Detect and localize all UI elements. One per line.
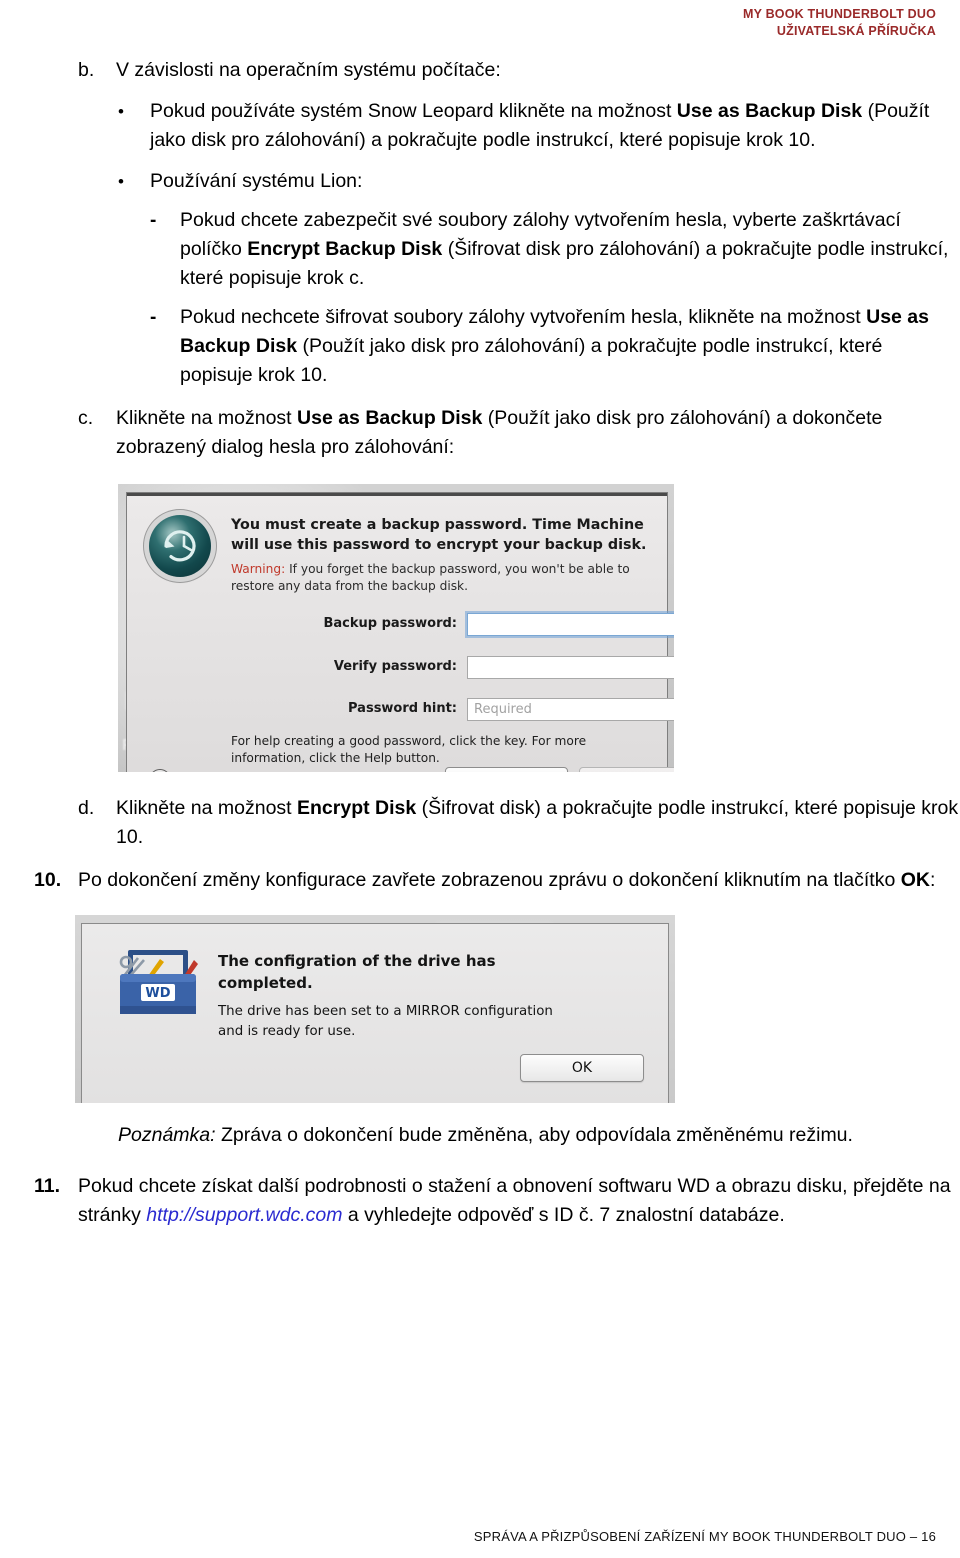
warning-label: Warning: [231, 562, 286, 576]
text-run: Klikněte na možnost [116, 407, 298, 429]
list-item-10: 10. Po dokončení změny konfigurace zavře… [34, 866, 960, 895]
bullet-marker: • [118, 172, 124, 191]
list-item-b: b. V závislosti na operačním systému poč… [78, 56, 960, 85]
password-hint-placeholder: Required [474, 702, 532, 717]
dont-encrypt-button[interactable]: Don't Encrypt [445, 767, 568, 772]
svg-text:WD: WD [145, 986, 170, 1001]
backup-password-row: Backup password: [127, 613, 674, 639]
emphasis-encrypt-backup-disk: Encrypt Backup Disk [247, 238, 443, 260]
text-run: Pokud nechcete šifrovat soubory zálohy v… [180, 306, 867, 328]
dialog-heading: You must create a backup password. Time … [231, 517, 647, 553]
emphasis-use-as-backup-disk: Use as Backup Disk [676, 100, 863, 122]
emphasis-ok: OK [900, 869, 930, 891]
help-button[interactable]: ? [149, 769, 171, 772]
list-marker-10: 10. [34, 869, 62, 891]
verify-password-row: Verify password: [127, 656, 674, 682]
note-label: Poznámka: [118, 1124, 216, 1146]
wd-dialog-message: The drive has been set to a MIRROR confi… [218, 1004, 553, 1039]
time-machine-password-sheet: You must create a backup password. Time … [126, 492, 674, 772]
list-marker-d: d. [78, 797, 95, 819]
screenshot-frame: me Machine F ON Select Disk Time Machine… [118, 484, 674, 772]
encrypt-disk-button[interactable]: Encrypt Disk [579, 767, 674, 772]
bullet-marker: • [118, 102, 124, 121]
verify-password-label: Verify password: [333, 659, 457, 674]
list-item-snow-leopard: • Pokud používáte systém Snow Leopard kl… [118, 97, 960, 155]
password-hint-label: Password hint: [348, 701, 457, 716]
time-machine-dialog-screenshot: me Machine F ON Select Disk Time Machine… [118, 484, 674, 772]
page-content: b. V závislosti na operačním systému poč… [0, 56, 960, 1230]
wd-completion-dialog-screenshot: My Passport 1.00 TB My Book Thunderbolt … [75, 915, 675, 1103]
list-item-lion: • Používání systému Lion: [118, 167, 960, 196]
support-link[interactable]: http://support.wdc.com [146, 1204, 342, 1226]
list-item-encrypt-backup-text: Pokud chcete zabezpečit své soubory zálo… [180, 206, 960, 293]
list-item-encrypt-backup: - Pokud chcete zabezpečit své soubory zá… [150, 206, 960, 293]
list-item-snow-leopard-text: Pokud používáte systém Snow Leopard klik… [150, 97, 960, 155]
list-marker-b: b. [78, 59, 95, 81]
text-run: Klikněte na možnost [116, 797, 298, 819]
text-run: Pokud používáte systém Snow Leopard klik… [150, 100, 677, 122]
list-item-c: c. Klikněte na možnost Use as Backup Dis… [78, 404, 960, 462]
text-run: Po dokončení změny konfigurace zavřete z… [78, 869, 901, 891]
text-run: a vyhledejte odpověď s ID č. 7 znalostní… [342, 1204, 785, 1226]
header-line-1: MY BOOK THUNDERBOLT DUO [742, 7, 936, 21]
list-item-b-text: V závislosti na operačním systému počíta… [116, 59, 501, 81]
emphasis-use-as-backup-disk: Use as Backup Disk [297, 407, 483, 429]
list-item-c-text: Klikněte na možnost Use as Backup Disk (… [116, 404, 960, 462]
document-header: MY BOOK THUNDERBOLT DUO UŽIVATELSKÁ PŘÍR… [743, 6, 936, 40]
list-item-lion-text: Používání systému Lion: [150, 170, 363, 192]
warning-text: If you forget the backup password, you w… [231, 562, 630, 593]
dash-marker: - [150, 210, 157, 231]
dialog-warning: Warning: If you forget the backup passwo… [231, 561, 655, 595]
ok-button[interactable]: OK [520, 1054, 644, 1082]
list-item-d-text: Klikněte na možnost Encrypt Disk (Šifrov… [116, 794, 960, 852]
list-marker-c: c. [78, 407, 94, 429]
verify-password-input[interactable] [467, 656, 674, 679]
list-item-11: 11. Pokud chcete získat další podrobnost… [34, 1172, 960, 1230]
list-item-no-encrypt: - Pokud nechcete šifrovat soubory zálohy… [150, 303, 960, 390]
wd-toolbox-icon: WD [114, 946, 202, 1022]
password-hint-input[interactable]: Required [467, 698, 674, 721]
list-marker-11: 11. [34, 1175, 61, 1197]
wd-dialog-title: The configration of the drive has comple… [218, 952, 496, 992]
text-run: : [929, 869, 936, 891]
backup-password-input[interactable] [467, 613, 674, 636]
wd-completion-sheet: WD The configration of the drive has com… [81, 923, 669, 1103]
backup-password-label: Backup password: [323, 616, 457, 631]
list-item-no-encrypt-text: Pokud nechcete šifrovat soubory zálohy v… [180, 303, 960, 390]
emphasis-encrypt-disk: Encrypt Disk [297, 797, 417, 819]
time-machine-icon [149, 515, 211, 577]
list-item-10-text: Po dokončení změny konfigurace zavřete z… [78, 866, 960, 895]
note-block: Poznámka: Zpráva o dokončení bude změněn… [118, 1121, 960, 1150]
list-item-11-text: Pokud chcete získat další podrobnosti o … [78, 1172, 960, 1230]
list-item-d: d. Klikněte na možnost Encrypt Disk (Šif… [78, 794, 960, 852]
header-line-2: UŽIVATELSKÁ PŘÍRUČKA [776, 23, 936, 38]
dialog-help-text: For help creating a good password, click… [231, 734, 587, 765]
password-hint-row: Password hint: Required [127, 698, 674, 724]
note-text: Zpráva o dokončení bude změněna, aby odp… [215, 1124, 853, 1146]
document-footer: SPRÁVA A PŘIZPŮSOBENÍ ZAŘÍZENÍ MY BOOK T… [473, 1529, 936, 1544]
dash-marker: - [150, 307, 157, 328]
